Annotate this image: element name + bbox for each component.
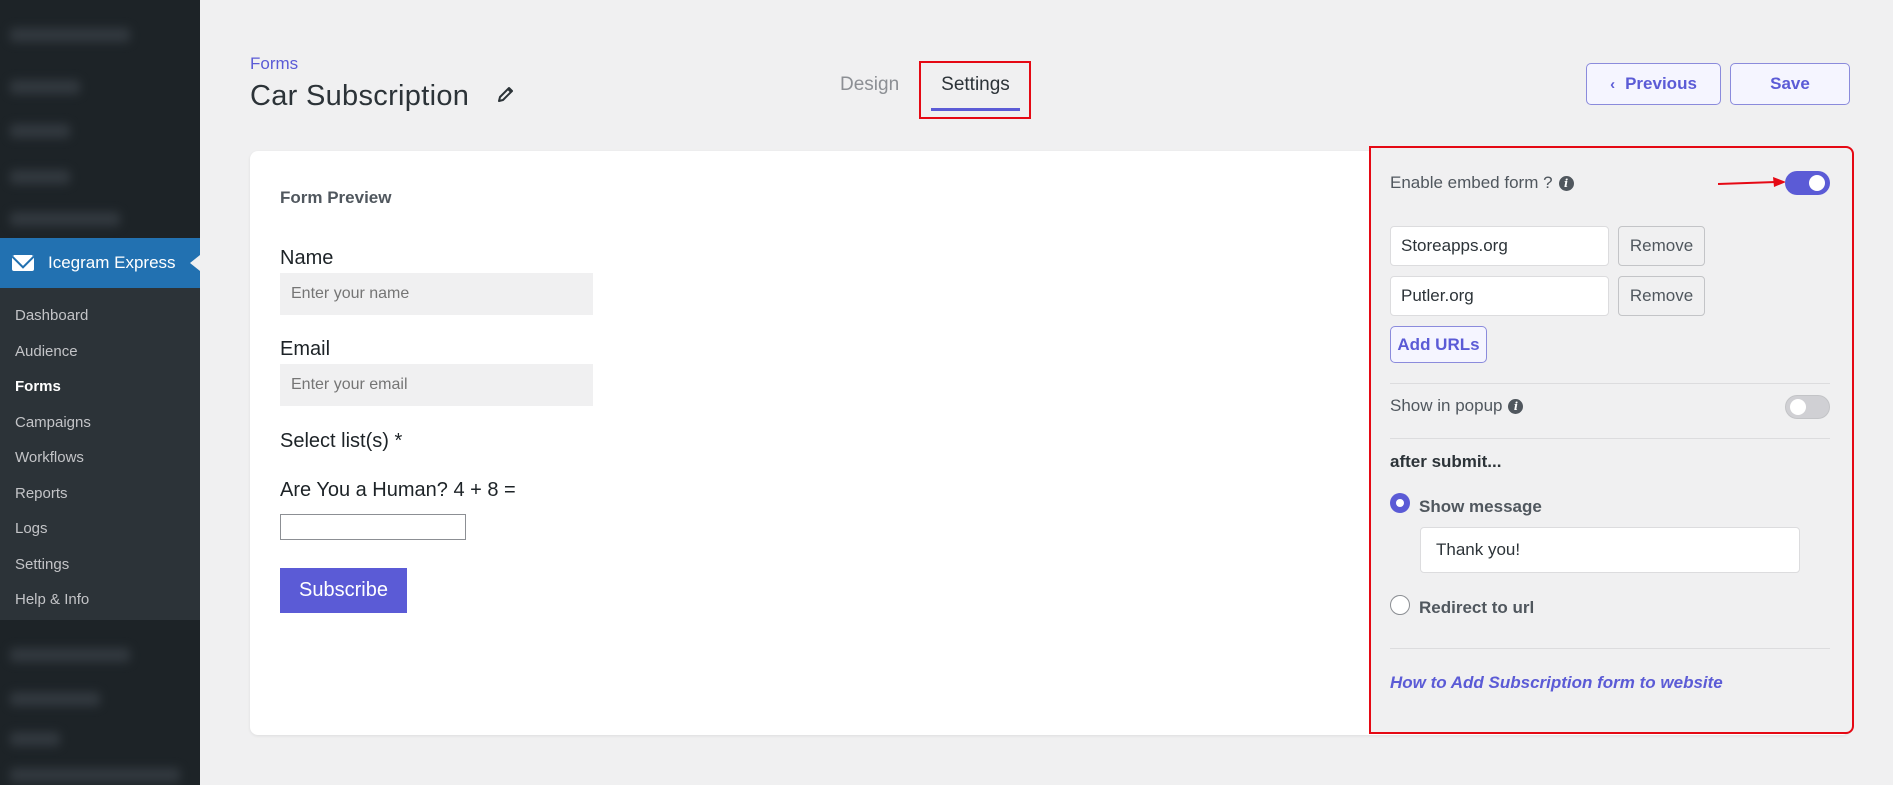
embed-form-text: Enable embed form ? (1390, 173, 1553, 192)
sidebar-item-workflows[interactable]: Workflows (0, 440, 200, 476)
show-in-popup-toggle[interactable] (1785, 395, 1830, 419)
show-message-label[interactable]: Show message (1419, 497, 1542, 517)
sidebar-plugin-label: Icegram Express (48, 253, 176, 272)
select-lists-label: Select list(s) * (280, 430, 403, 452)
email-input[interactable] (280, 364, 593, 406)
show-message-radio[interactable] (1390, 493, 1410, 513)
show-in-popup-text: Show in popup (1390, 396, 1503, 415)
name-label: Name (280, 247, 334, 269)
info-icon[interactable]: i (1558, 176, 1574, 192)
captcha-label: Are You a Human? 4 + 8 = (280, 479, 516, 501)
url-input-1[interactable] (1390, 226, 1609, 266)
sidebar-blurred-bottom (0, 620, 200, 785)
toggle-knob (1790, 399, 1806, 415)
redirect-url-label[interactable]: Redirect to url (1419, 598, 1534, 618)
form-preview-heading: Form Preview (280, 188, 392, 207)
info-icon[interactable]: i (1508, 399, 1524, 415)
captcha-input[interactable] (280, 514, 466, 540)
page-title: Car Subscription (250, 80, 470, 112)
arrow-annotation-icon (1718, 177, 1786, 187)
highlight-box-settings-tab (919, 61, 1031, 119)
help-link[interactable]: How to Add Subscription form to website (1390, 673, 1723, 693)
sidebar-item-dashboard[interactable]: Dashboard (0, 298, 200, 334)
after-submit-label: after submit... (1390, 452, 1502, 471)
divider (1390, 438, 1830, 439)
toggle-knob (1809, 175, 1825, 191)
sidebar-item-campaigns[interactable]: Campaigns (0, 405, 200, 441)
email-label: Email (280, 338, 331, 360)
divider (1390, 648, 1830, 649)
redirect-url-radio[interactable] (1390, 595, 1410, 615)
remove-url-button-2[interactable]: Remove (1618, 276, 1705, 316)
previous-label: Previous (1625, 74, 1697, 93)
tab-design[interactable]: Design (830, 60, 909, 111)
breadcrumb[interactable]: Forms (250, 54, 298, 74)
sidebar-item-forms[interactable]: Forms (0, 369, 200, 405)
add-urls-button[interactable]: Add URLs (1390, 326, 1487, 363)
sidebar-item-logs[interactable]: Logs (0, 511, 200, 547)
divider (1390, 383, 1830, 384)
sidebar-item-reports[interactable]: Reports (0, 476, 200, 512)
show-in-popup-label: Show in popup i (1390, 396, 1524, 416)
mail-icon (12, 255, 34, 271)
url-input-2[interactable] (1390, 276, 1609, 316)
embed-form-label: Enable embed form ? i (1390, 173, 1574, 193)
save-button[interactable]: Save (1730, 63, 1850, 105)
embed-form-toggle[interactable] (1785, 171, 1830, 195)
sidebar-submenu: Dashboard Audience Forms Campaigns Workf… (0, 288, 200, 620)
subscribe-button[interactable]: Subscribe (280, 568, 407, 613)
admin-sidebar: Icegram Express Dashboard Audience Forms… (0, 0, 200, 785)
sidebar-item-settings[interactable]: Settings (0, 547, 200, 583)
name-input[interactable] (280, 273, 593, 315)
remove-url-button-1[interactable]: Remove (1618, 226, 1705, 266)
sidebar-item-icegram-express[interactable]: Icegram Express (0, 238, 200, 288)
message-input[interactable] (1420, 527, 1800, 573)
active-notch (190, 255, 200, 271)
previous-button[interactable]: ‹ Previous (1586, 63, 1721, 105)
pencil-icon[interactable] (496, 84, 516, 104)
sidebar-item-audience[interactable]: Audience (0, 334, 200, 370)
sidebar-blurred-top (0, 0, 200, 238)
sidebar-item-help-info[interactable]: Help & Info (0, 582, 200, 618)
chevron-left-icon: ‹ (1610, 75, 1616, 93)
